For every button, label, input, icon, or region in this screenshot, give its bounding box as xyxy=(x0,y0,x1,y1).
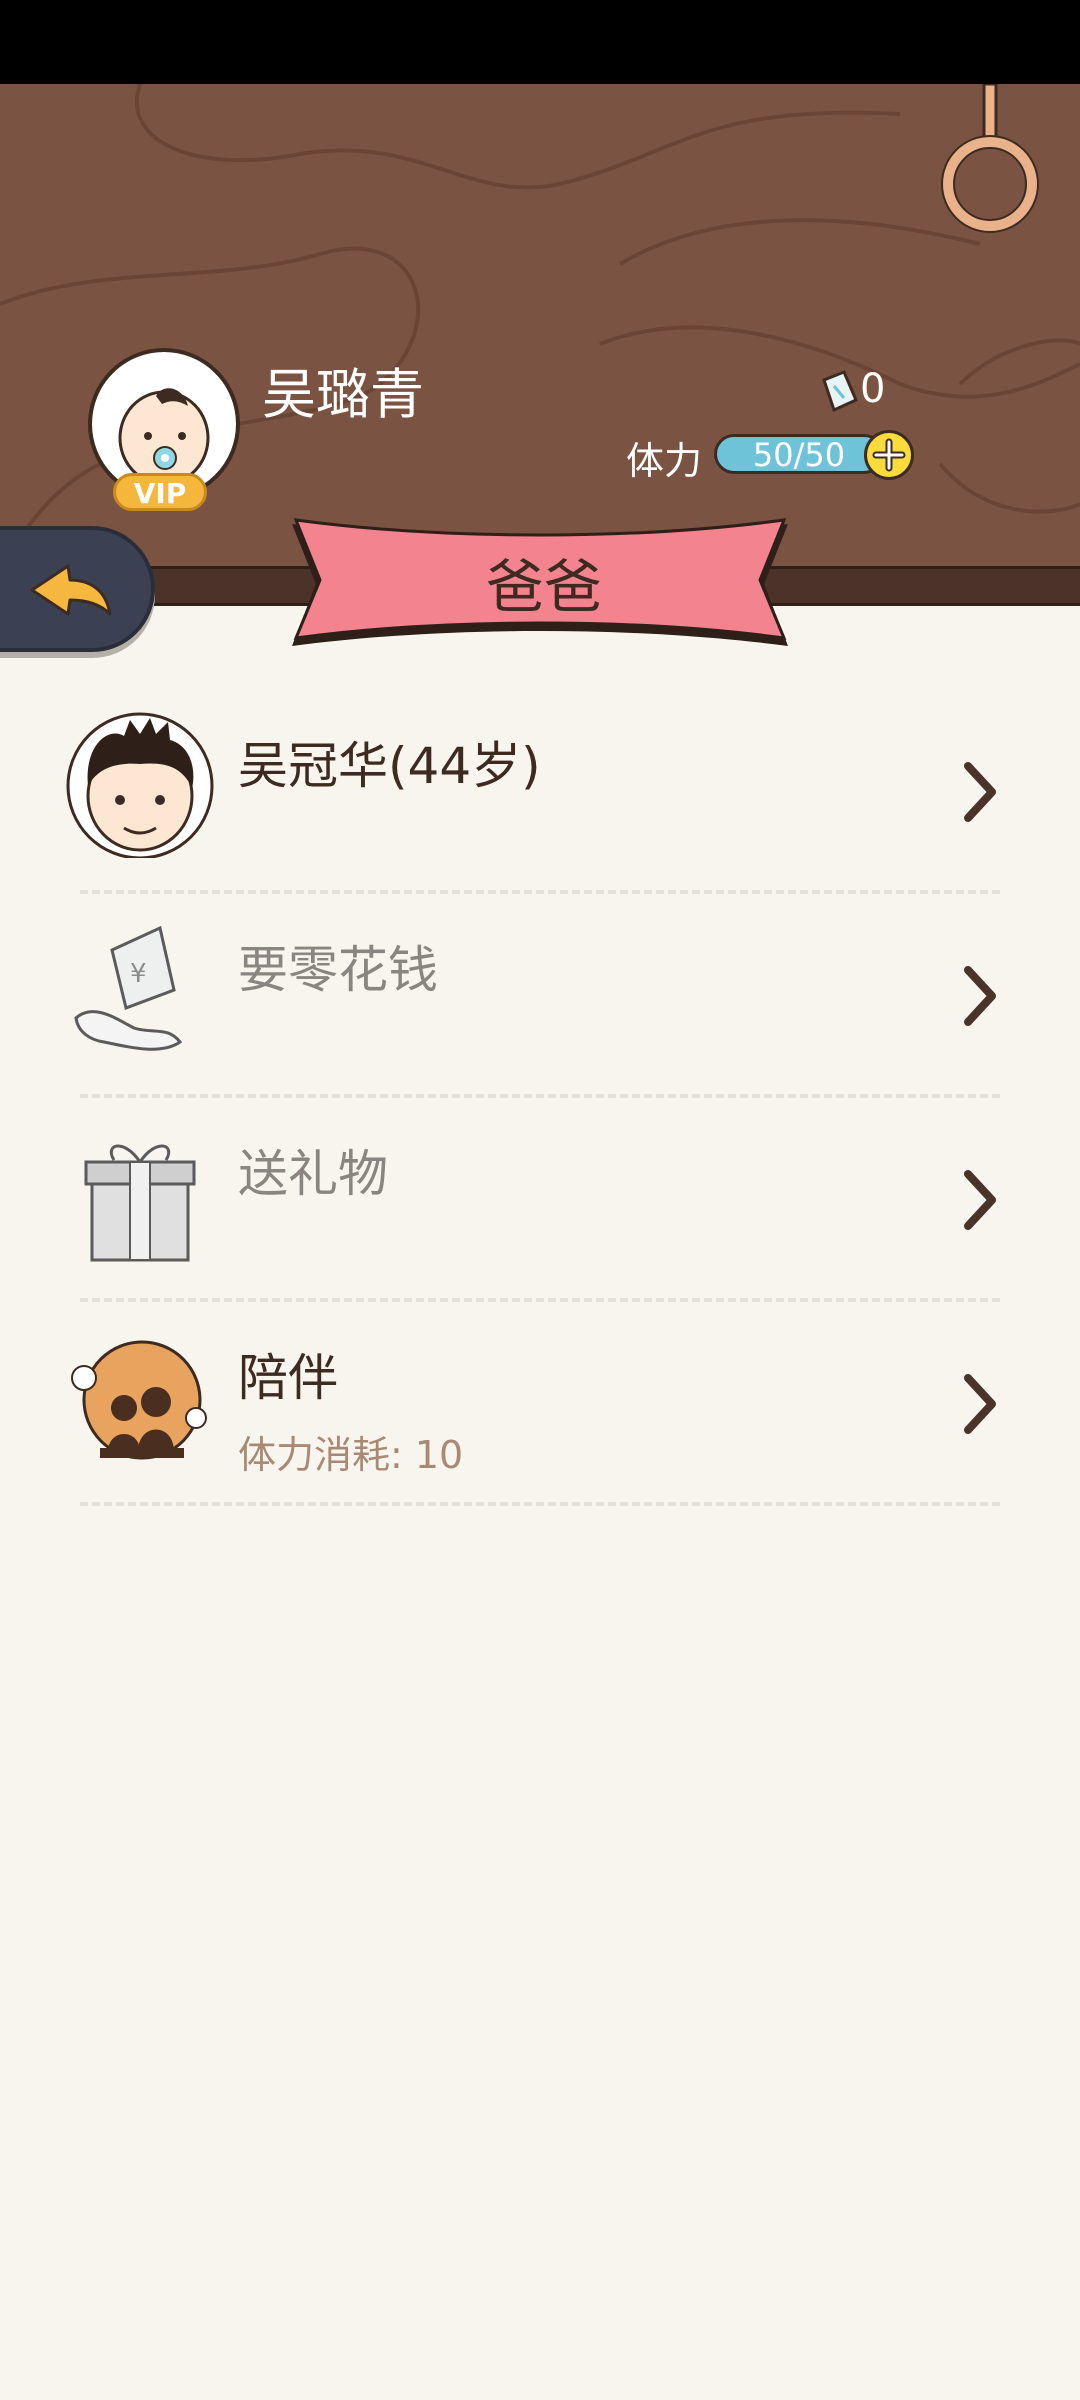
father-name-age: 吴冠华(44岁) xyxy=(238,737,541,795)
stamina-value: 50/50 xyxy=(752,436,846,474)
chevron-right-icon xyxy=(964,762,996,822)
father-face-icon xyxy=(66,712,214,858)
stamina-bar: 50/50 xyxy=(714,434,884,474)
svg-text:¥: ¥ xyxy=(130,959,147,989)
pocket-money-label: 要零花钱 xyxy=(238,941,438,999)
back-arrow-icon xyxy=(30,564,112,616)
send-gift-label: 送礼物 xyxy=(238,1145,388,1203)
chevron-right-icon xyxy=(964,1374,996,1434)
list-item-pocket-money[interactable]: ¥ 要零花钱 xyxy=(74,894,1000,1098)
list-item-companion[interactable]: 陪伴 体力消耗: 10 xyxy=(71,1302,1000,1506)
status-bar xyxy=(0,0,1080,84)
add-stamina-button[interactable] xyxy=(864,430,914,480)
companion-icon xyxy=(71,1340,207,1460)
hanging-ring-icon xyxy=(941,84,1039,233)
stamina-label: 体力 xyxy=(626,439,703,483)
ticket-count: 0 xyxy=(860,366,886,412)
gift-icon xyxy=(84,1144,196,1262)
list-item-send-gift[interactable]: 送礼物 xyxy=(80,1098,1000,1302)
list-item-father-profile[interactable]: 吴冠华(44岁) xyxy=(66,690,1000,894)
user-name: 吴璐青 xyxy=(262,363,424,426)
back-button[interactable] xyxy=(0,526,155,652)
plus-icon xyxy=(872,438,906,472)
companion-stamina-cost: 体力消耗: 10 xyxy=(238,1433,464,1477)
companion-label: 陪伴 xyxy=(238,1349,338,1407)
chevron-right-icon xyxy=(964,1170,996,1230)
ticket-icon xyxy=(822,370,858,413)
vip-badge: VIP xyxy=(113,473,207,511)
chevron-right-icon xyxy=(964,966,996,1026)
pocket-money-icon: ¥ xyxy=(74,925,183,1051)
banner-title: 爸爸 xyxy=(485,553,602,621)
